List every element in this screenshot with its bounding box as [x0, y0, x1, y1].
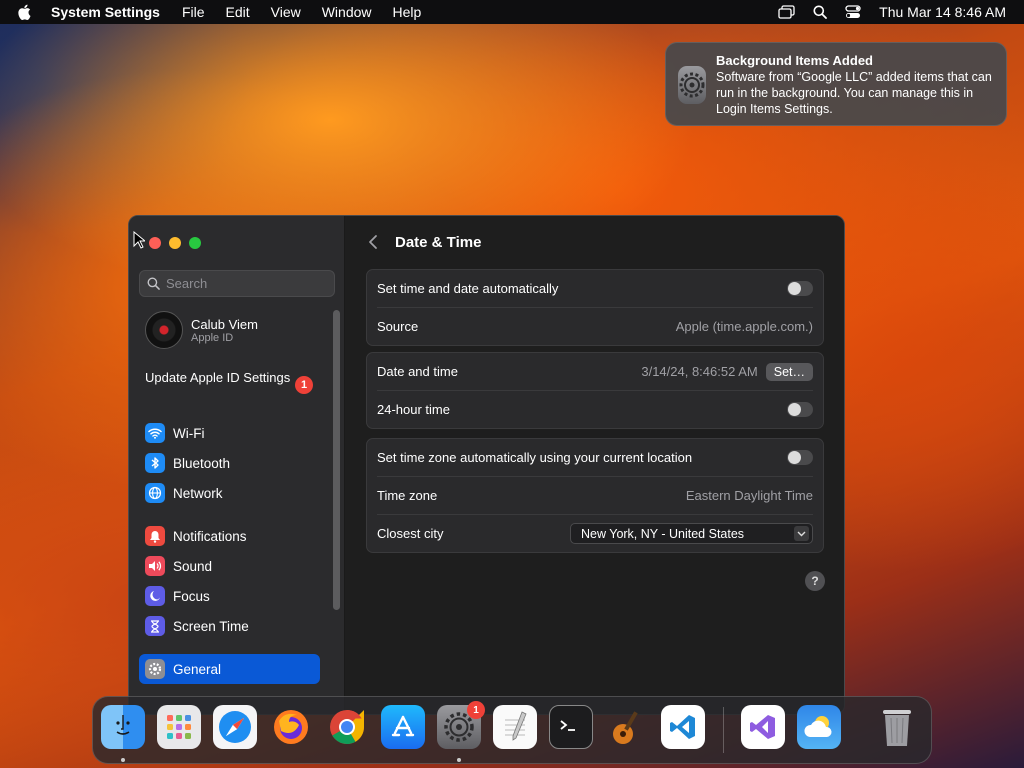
- sidebar-item-screen-time[interactable]: Screen Time: [145, 615, 249, 637]
- menu-help[interactable]: Help: [393, 4, 422, 20]
- hour24-label: 24-hour time: [377, 402, 450, 417]
- launchpad-icon[interactable]: [157, 705, 201, 749]
- auto-time-toggle[interactable]: [787, 281, 813, 296]
- spotlight-search-icon[interactable]: [813, 5, 828, 19]
- content-pane: Date & Time Set time and date automatica…: [346, 216, 844, 714]
- menu-bar: System Settings File Edit View Window He…: [0, 0, 1024, 24]
- globe-icon: [145, 483, 165, 503]
- finder-running-dot: [121, 758, 125, 762]
- app-store-icon[interactable]: [381, 705, 425, 749]
- menu-clock[interactable]: Thu Mar 14 8:46 AM: [879, 4, 1006, 20]
- closest-city-select[interactable]: New York, NY - United States: [570, 523, 813, 544]
- sidebar-item-label: Sound: [173, 558, 213, 574]
- update-badge: 1: [295, 376, 313, 394]
- sidebar-item-general[interactable]: General: [145, 658, 221, 680]
- speaker-icon: [145, 556, 165, 576]
- closest-city-label: Closest city: [377, 526, 444, 541]
- update-apple-id-settings[interactable]: Update Apple ID Settings: [145, 370, 315, 386]
- sidebar-item-label: Network: [173, 485, 223, 501]
- firefox-icon[interactable]: [269, 705, 313, 749]
- hour24-toggle[interactable]: [787, 402, 813, 417]
- window-controls: [149, 237, 201, 249]
- sidebar-item-network[interactable]: Network: [145, 482, 223, 504]
- system-settings-gear-icon: [678, 66, 706, 104]
- textedit-icon[interactable]: [493, 705, 537, 749]
- sidebar-item-notifications[interactable]: Notifications: [145, 525, 247, 547]
- sidebar-item-focus[interactable]: Focus: [145, 585, 210, 607]
- auto-time-group: Set time and date automatically Source A…: [366, 269, 824, 346]
- safari-icon[interactable]: [213, 705, 257, 749]
- notification-body: Software from “Google LLC” added items t…: [716, 70, 992, 116]
- sidebar: Search Calub Viem Apple ID Update Apple …: [129, 216, 345, 714]
- close-window-button[interactable]: [149, 237, 161, 249]
- chevron-down-icon: [794, 526, 809, 541]
- sidebar-item-wifi[interactable]: Wi-Fi: [145, 422, 204, 444]
- tz-auto-label: Set time zone automatically using your c…: [377, 450, 693, 465]
- user-name: Calub Viem: [191, 316, 258, 332]
- time-zone-value: Eastern Daylight Time: [685, 488, 813, 503]
- visual-studio-icon[interactable]: [741, 705, 785, 749]
- hourglass-icon: [145, 616, 165, 636]
- bell-icon: [145, 526, 165, 546]
- gear-icon: [145, 659, 165, 679]
- sidebar-item-label: General: [173, 661, 222, 677]
- sidebar-item-label: Bluetooth: [173, 455, 231, 471]
- back-chevron-icon[interactable]: [368, 234, 378, 255]
- settings-dock-badge: 1: [467, 701, 485, 719]
- trash-icon[interactable]: [875, 705, 919, 749]
- dock: 1: [92, 696, 932, 764]
- menu-app-name[interactable]: System Settings: [51, 4, 160, 20]
- menu-window[interactable]: Window: [322, 4, 372, 20]
- apple-menu-icon[interactable]: [17, 4, 37, 20]
- avatar: [145, 311, 183, 349]
- search-placeholder: Search: [166, 276, 208, 291]
- vscode-icon[interactable]: [661, 705, 705, 749]
- sidebar-item-label: Wi-Fi: [173, 425, 205, 441]
- weather-icon[interactable]: [797, 705, 841, 749]
- auto-time-label: Set time and date automatically: [377, 281, 559, 296]
- sidebar-item-label: Screen Time: [173, 618, 249, 634]
- sidebar-item-sound[interactable]: Sound: [145, 555, 212, 577]
- apple-id-account[interactable]: Calub Viem Apple ID: [145, 311, 258, 349]
- finder-icon[interactable]: [101, 705, 145, 749]
- menu-file[interactable]: File: [182, 4, 205, 20]
- closest-city-value: New York, NY - United States: [581, 526, 745, 541]
- chrome-icon[interactable]: [325, 705, 369, 749]
- sidebar-scrollbar[interactable]: [333, 310, 340, 610]
- bluetooth-icon: [145, 453, 165, 473]
- source-value: Apple (time.apple.com.): [675, 319, 813, 334]
- time-zone-group: Set time zone automatically using your c…: [366, 438, 824, 553]
- sidebar-item-label: Focus: [173, 588, 210, 604]
- garageband-icon[interactable]: [605, 705, 649, 749]
- zoom-window-button[interactable]: [189, 237, 201, 249]
- mouse-cursor-icon: [133, 230, 147, 254]
- source-label: Source: [377, 319, 419, 334]
- page-title: Date & Time: [395, 234, 482, 251]
- screen-mirroring-icon[interactable]: [778, 5, 795, 19]
- sidebar-item-bluetooth[interactable]: Bluetooth: [145, 452, 230, 474]
- help-button[interactable]: ?: [805, 571, 825, 591]
- system-settings-window: Search Calub Viem Apple ID Update Apple …: [128, 215, 845, 715]
- time-zone-label: Time zone: [377, 488, 438, 503]
- date-time-label: Date and time: [377, 364, 458, 379]
- tz-auto-toggle[interactable]: [787, 450, 813, 465]
- wifi-icon: [145, 423, 165, 443]
- dock-separator: [723, 707, 724, 753]
- set-date-button[interactable]: Set…: [765, 362, 813, 381]
- date-time-value: 3/14/24, 8:46:52 AM: [641, 364, 758, 379]
- date-time-group: Date and time 3/14/24, 8:46:52 AM Set… 2…: [366, 352, 824, 429]
- search-icon: [147, 277, 160, 290]
- user-subtitle: Apple ID: [191, 331, 234, 344]
- search-input[interactable]: Search: [139, 270, 335, 297]
- control-center-icon[interactable]: [845, 5, 861, 19]
- notification-banner[interactable]: Background Items Added Software from “Go…: [665, 42, 1007, 126]
- sidebar-item-label: Notifications: [173, 528, 247, 544]
- menu-view[interactable]: View: [271, 4, 301, 20]
- menu-edit[interactable]: Edit: [226, 4, 250, 20]
- minimize-window-button[interactable]: [169, 237, 181, 249]
- terminal-icon[interactable]: [549, 705, 593, 749]
- notification-title: Background Items Added: [716, 53, 873, 68]
- moon-icon: [145, 586, 165, 606]
- settings-running-dot: [457, 758, 461, 762]
